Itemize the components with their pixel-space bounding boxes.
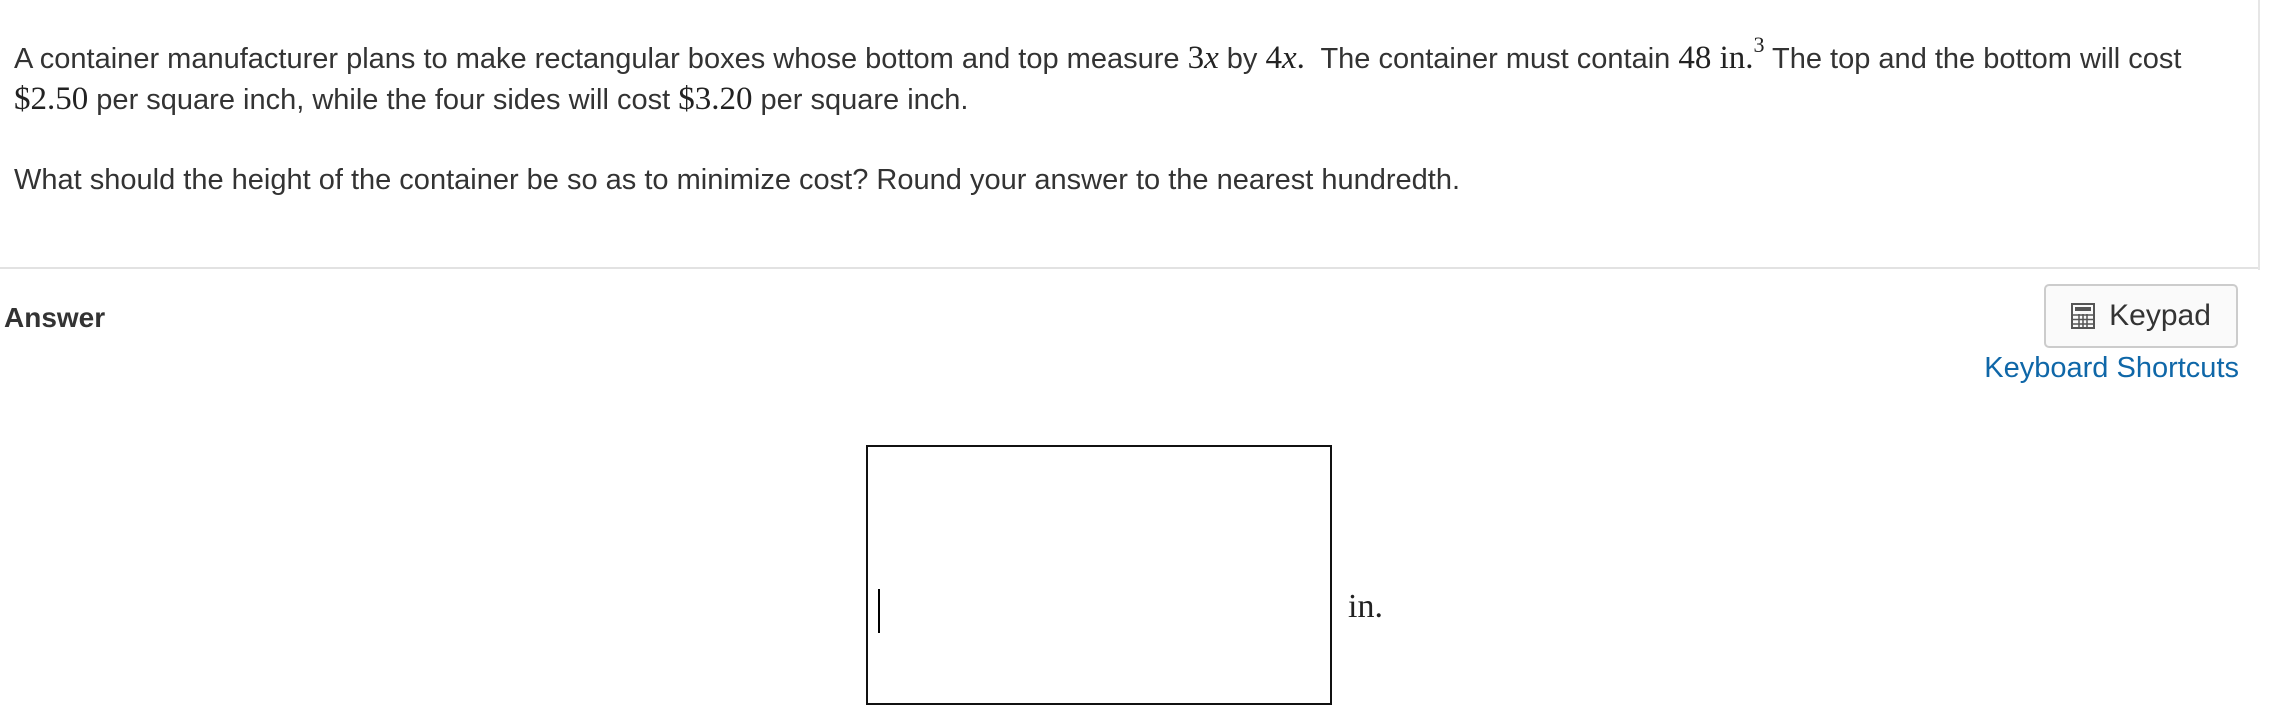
question-paragraph-2: What should the height of the container … xyxy=(14,164,1461,196)
answer-input[interactable] xyxy=(866,445,1332,705)
question-paragraph-1: A container manufacturer plans to make r… xyxy=(14,32,2182,118)
question-text: A container manufacturer plans to make r… xyxy=(14,32,2234,200)
answer-label: Answer xyxy=(4,302,106,333)
math-side-cost: $3.20 xyxy=(678,81,753,117)
panel-right-border xyxy=(2258,0,2260,270)
section-divider xyxy=(0,267,2258,269)
unit-label: in. xyxy=(1348,588,1383,625)
keyboard-shortcuts-link[interactable]: Keyboard Shortcuts xyxy=(1984,352,2239,385)
math-4x: 4x. xyxy=(1265,40,1305,76)
math-top-bottom-cost: $2.50 xyxy=(14,81,89,117)
keypad-button[interactable]: Keypad xyxy=(2044,284,2238,348)
math-3x: 3x xyxy=(1187,40,1219,76)
math-volume: 48 in.3 xyxy=(1678,32,1765,77)
calculator-icon xyxy=(2071,303,2096,329)
keypad-label: Keypad xyxy=(2109,299,2211,332)
text-caret xyxy=(878,589,880,633)
